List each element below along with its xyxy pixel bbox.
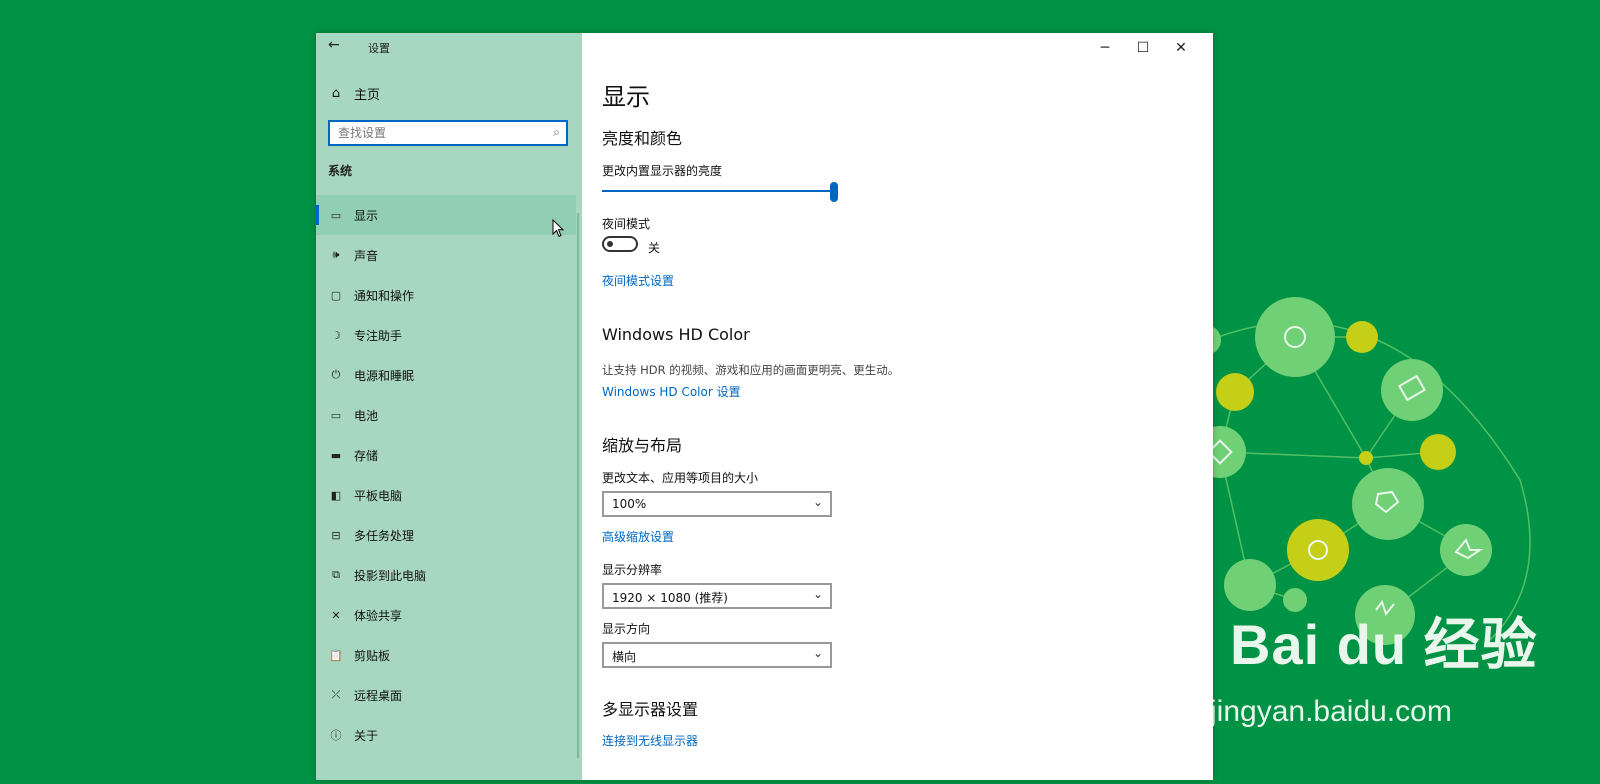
brightness-slider[interactable] [602, 180, 838, 202]
sidebar-item-label: 通知和操作 [354, 288, 415, 303]
clipboard-icon: 📋 [329, 648, 343, 662]
sidebar-item-remote-desktop[interactable]: ⤫ 远程桌面 [316, 675, 576, 715]
sidebar-item-label: 投影到此电脑 [354, 568, 427, 583]
sidebar-item-clipboard[interactable]: 📋 剪贴板 [316, 635, 576, 675]
orientation-value: 横向 [612, 650, 637, 664]
watermark-url: jingyan.baidu.com [1210, 695, 1452, 728]
page-title: 显示 [602, 83, 650, 111]
sidebar-item-multitasking[interactable]: ⊟ 多任务处理 [316, 515, 576, 555]
sidebar-nav: ▭ 显示 🕪 声音 ▢ 通知和操作 ☽ 专注助手 ⏻ 电源和睡眠 ▭ 电池 ▬ … [316, 195, 576, 755]
chevron-down-icon: ⌄ [812, 646, 823, 660]
search-input[interactable] [330, 122, 538, 144]
battery-icon: ▭ [330, 408, 342, 422]
sidebar-item-label: 多任务处理 [354, 528, 415, 543]
power-icon: ⏻ [331, 368, 341, 381]
brightness-heading: 亮度和颜色 [602, 129, 683, 148]
sidebar-item-about[interactable]: ⓘ 关于 [316, 715, 576, 755]
main-content: ─ ☐ ✕ 显示 亮度和颜色 更改内置显示器的亮度 夜间模式 关 夜间模式设置 … [582, 33, 1213, 780]
sidebar-item-label: 电源和睡眠 [354, 368, 415, 383]
sidebar-item-power[interactable]: ⏻ 电源和睡眠 [316, 355, 576, 395]
slider-thumb[interactable] [830, 182, 838, 202]
sidebar-item-storage[interactable]: ▬ 存储 [316, 435, 576, 475]
home-link[interactable]: ⌂ 主页 [328, 83, 380, 103]
night-light-toggle[interactable] [602, 236, 638, 252]
sidebar-item-label: 体验共享 [354, 608, 403, 623]
hdr-settings-link[interactable]: Windows HD Color 设置 [602, 383, 741, 400]
title-bar: ← 设置 [316, 33, 582, 61]
message-icon: ▢ [330, 288, 342, 302]
baidu-watermark: Bai du 经验 jingyan.baidu.com [1210, 613, 1538, 729]
search-box[interactable]: ⌕ [328, 120, 568, 146]
toggle-knob [607, 241, 613, 247]
sidebar-item-sound[interactable]: 🕪 声音 [316, 235, 576, 275]
close-icon[interactable]: ✕ [1162, 33, 1200, 63]
watermark-brand: Bai du 经验 [1230, 613, 1538, 676]
sidebar-item-tablet[interactable]: ◧ 平板电脑 [316, 475, 576, 515]
sidebar-item-projecting[interactable]: ⧉ 投影到此电脑 [316, 555, 576, 595]
maximize-icon[interactable]: ☐ [1124, 33, 1162, 63]
resolution-dropdown[interactable]: 1920 × 1080 (推荐) ⌄ [602, 583, 832, 609]
remote-icon: ⤫ [331, 688, 341, 701]
hdr-description: 让支持 HDR 的视频、游戏和应用的画面更明亮、更生动。 [602, 363, 900, 377]
sidebar-item-shared-experiences[interactable]: ✕ 体验共享 [316, 595, 576, 635]
sidebar-item-display[interactable]: ▭ 显示 [316, 195, 576, 235]
sidebar-item-label: 平板电脑 [354, 488, 403, 503]
sidebar-item-battery[interactable]: ▭ 电池 [316, 395, 576, 435]
minimize-icon[interactable]: ─ [1086, 33, 1124, 63]
sidebar-item-label: 电池 [354, 408, 379, 423]
sidebar-item-label: 声音 [354, 248, 379, 263]
multi-display-heading: 多显示器设置 [602, 700, 699, 719]
sidebar-item-notifications[interactable]: ▢ 通知和操作 [316, 275, 576, 315]
night-light-label: 夜间模式 [602, 217, 651, 231]
wireless-display-link[interactable]: 连接到无线显示器 [602, 732, 698, 749]
sidebar-item-label: 专注助手 [354, 328, 403, 343]
chevron-down-icon: ⌄ [812, 495, 823, 509]
orientation-dropdown[interactable]: 横向 ⌄ [602, 642, 832, 668]
storage-icon: ▬ [330, 448, 342, 462]
section-title: 系统 [328, 164, 353, 178]
scale-heading: 缩放与布局 [602, 436, 683, 455]
night-light-state: 关 [648, 241, 661, 255]
window-title: 设置 [368, 42, 390, 55]
slider-track [602, 190, 838, 192]
advanced-scaling-link[interactable]: 高级缩放设置 [602, 528, 674, 545]
orientation-label: 显示方向 [602, 622, 651, 636]
home-label: 主页 [354, 87, 381, 103]
sidebar-scrollbar[interactable] [577, 213, 579, 758]
home-icon: ⌂ [331, 85, 341, 101]
scale-size-label: 更改文本、应用等项目的大小 [602, 471, 759, 485]
resolution-value: 1920 × 1080 (推荐) [612, 591, 728, 605]
multitask-icon: ⊟ [331, 528, 341, 542]
hdr-heading: Windows HD Color [602, 325, 750, 344]
tablet-icon: ◧ [330, 488, 342, 502]
sidebar-item-label: 显示 [354, 208, 379, 223]
sidebar-item-label: 存储 [354, 448, 379, 463]
sidebar-item-label: 剪贴板 [354, 648, 391, 663]
scale-value: 100% [612, 497, 647, 511]
speaker-icon: 🕪 [332, 248, 340, 261]
scale-dropdown[interactable]: 100% ⌄ [602, 491, 832, 517]
settings-window: ← 设置 ⌂ 主页 ⌕ 系统 ▭ 显示 🕪 声音 ▢ 通知和操作 [316, 33, 1213, 780]
sidebar-item-label: 远程桌面 [354, 688, 403, 703]
info-icon: ⓘ [330, 729, 342, 742]
mouse-cursor-icon [552, 219, 565, 238]
chevron-down-icon: ⌄ [812, 587, 823, 601]
sidebar: ← 设置 ⌂ 主页 ⌕ 系统 ▭ 显示 🕪 声音 ▢ 通知和操作 [316, 33, 582, 780]
project-icon: ⧉ [332, 568, 340, 581]
resolution-label: 显示分辨率 [602, 563, 663, 577]
arrow-left-icon[interactable]: ← [328, 37, 340, 53]
moon-icon: ☽ [331, 328, 341, 342]
sidebar-item-label: 关于 [354, 728, 379, 743]
brightness-label: 更改内置显示器的亮度 [602, 164, 723, 178]
monitor-icon: ▭ [330, 208, 342, 222]
night-light-settings-link[interactable]: 夜间模式设置 [602, 272, 674, 289]
sidebar-item-focus-assist[interactable]: ☽ 专注助手 [316, 315, 576, 355]
share-icon: ✕ [331, 608, 341, 622]
search-icon[interactable]: ⌕ [553, 125, 560, 140]
